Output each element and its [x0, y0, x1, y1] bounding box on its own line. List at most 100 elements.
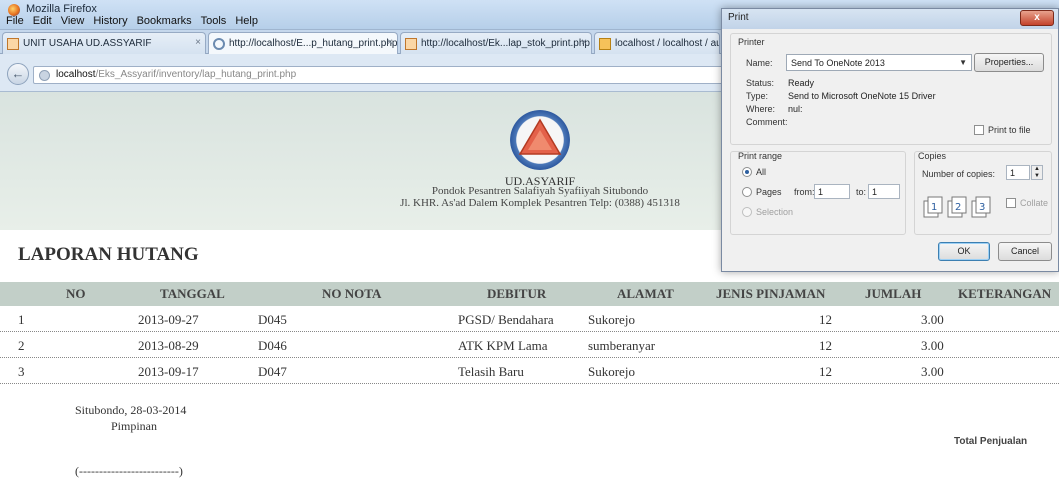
collate-pages-icon: 1 2 3 [923, 196, 991, 218]
table-row: 1 2013-09-27 D045 PGSD/ Bendahara Sukore… [0, 307, 1059, 332]
col-no: NO [66, 286, 86, 301]
col-alamat: ALAMAT [617, 286, 674, 301]
cell-no: 1 [18, 312, 25, 327]
from-page-input[interactable]: 1 [814, 184, 850, 199]
phpmyadmin-icon [599, 38, 611, 50]
svg-text:3: 3 [979, 202, 985, 213]
copies-label: Copies [918, 151, 947, 161]
col-jenis-pinjaman: JENIS PINJAMAN [716, 286, 826, 301]
col-debitur: DEBITUR [487, 286, 547, 301]
status-label: Status: [746, 78, 775, 88]
status-value: Ready [788, 78, 815, 88]
org-address-line1: Pondok Pesantren Salafiyah Syafiiyah Sit… [431, 185, 649, 197]
close-tab-icon[interactable]: × [387, 37, 393, 48]
cell-debitur: PGSD/ Bendahara [458, 312, 554, 327]
cell-tanggal: 2013-08-29 [138, 338, 199, 353]
cell-debitur: ATK KPM Lama [458, 338, 548, 353]
cell-nota: D046 [258, 338, 287, 353]
menu-tools[interactable]: Tools [201, 15, 227, 29]
tab-label: localhost / localhost / auni [615, 38, 720, 49]
printer-name-select[interactable]: Send To OneNote 2013 ▼ [786, 54, 972, 71]
print-to-file-checkbox[interactable] [974, 125, 984, 135]
cell-jumlah: 3.00 [921, 312, 944, 327]
cancel-button[interactable]: Cancel [998, 242, 1052, 261]
url-bar[interactable]: localhost/Eks_Assyarif/inventory/lap_hut… [33, 66, 723, 84]
range-all-label: All [756, 167, 767, 177]
range-pages-label: Pages [756, 187, 782, 197]
cell-debitur: Telasih Baru [458, 364, 524, 379]
signature-block: Situbondo, 28-03-2014 Pimpinan [75, 402, 186, 434]
tab-unit-usaha[interactable]: UNIT USAHA UD.ASSYARIF × [2, 32, 206, 54]
back-arrow-icon[interactable]: ← [7, 63, 29, 85]
tab-stok-print[interactable]: http://localhost/Ek...lap_stok_print.php… [400, 32, 592, 54]
print-to-file-label: Print to file [988, 125, 1031, 135]
to-page-input[interactable]: 1 [868, 184, 900, 199]
menu-view[interactable]: View [61, 15, 85, 29]
print-dialog-title: Print [722, 9, 1058, 29]
report-title: LAPORAN HUTANG [18, 244, 199, 265]
site-identity-icon[interactable] [39, 70, 50, 81]
tab-label: UNIT USAHA UD.ASSYARIF [23, 38, 152, 49]
collate-checkbox[interactable] [1006, 198, 1016, 208]
cell-nota: D045 [258, 312, 287, 327]
comment-label: Comment: [746, 117, 788, 127]
cell-tanggal: 2013-09-27 [138, 312, 199, 327]
menu-history[interactable]: History [93, 15, 127, 29]
triangle-logo-icon [518, 118, 562, 155]
cell-alamat: Sukorejo [588, 312, 635, 327]
from-label: from: [794, 187, 815, 197]
page-favicon-icon [405, 38, 417, 50]
type-label: Type: [746, 91, 769, 101]
range-selection-radio[interactable] [742, 207, 752, 217]
cell-no: 3 [18, 364, 25, 379]
signer-position: Pimpinan [111, 419, 158, 433]
org-address: Pondok Pesantren Salafiyah Syafiiyah Sit… [340, 185, 740, 209]
col-tanggal: TANGGAL [160, 286, 225, 301]
total-penjualan-label: Total Penjualan [954, 436, 1028, 447]
tab-phpmyadmin[interactable]: localhost / localhost / auni [594, 32, 720, 54]
page-favicon-icon [7, 38, 19, 50]
to-label: to: [856, 187, 867, 197]
col-no-nota: NO NOTA [322, 286, 382, 301]
menu-help[interactable]: Help [235, 15, 258, 29]
place-date: Situbondo, 28-03-2014 [75, 403, 187, 417]
cell-jenis: 12 [819, 364, 832, 379]
close-dialog-button[interactable]: x [1020, 10, 1054, 26]
collate-label: Collate [1020, 198, 1049, 208]
cell-nota: D047 [258, 364, 287, 379]
range-pages-radio[interactable] [742, 187, 752, 197]
close-tab-icon[interactable]: × [581, 37, 587, 48]
org-address-line2: Jl. KHR. As'ad Dalem Komplek Pesantren T… [400, 197, 680, 209]
menu-bar: File Edit View History Bookmarks Tools H… [6, 15, 258, 29]
range-selection-label: Selection [756, 207, 794, 217]
chevron-down-icon: ▼ [959, 58, 967, 67]
col-keterangan: KETERANGAN [958, 286, 1052, 301]
menu-bookmarks[interactable]: Bookmarks [137, 15, 192, 29]
printer-name-value: Send To OneNote 2013 [791, 58, 885, 68]
tab-hutang-print[interactable]: http://localhost/E...p_hutang_print.php … [208, 32, 398, 54]
printer-group-label: Printer [738, 37, 765, 47]
tab-label: http://localhost/Ek...lap_stok_print.php [421, 38, 590, 49]
copies-input[interactable]: 1 [1006, 165, 1030, 180]
range-all-radio[interactable] [742, 167, 752, 177]
company-logo [510, 110, 570, 170]
copies-spinner[interactable]: ▲ ▼ [1031, 165, 1043, 180]
cell-tanggal: 2013-09-17 [138, 364, 199, 379]
cell-jumlah: 3.00 [921, 338, 944, 353]
properties-button[interactable]: Properties... [974, 53, 1044, 72]
ok-button[interactable]: OK [938, 242, 990, 261]
table-row: 3 2013-09-17 D047 Telasih Baru Sukorejo … [0, 359, 1059, 384]
window-title: Mozilla Firefox [26, 3, 97, 15]
close-tab-icon[interactable]: × [195, 37, 201, 48]
number-of-copies-label: Number of copies: [922, 169, 996, 179]
print-range-label: Print range [738, 151, 783, 161]
cell-alamat: sumberanyar [588, 338, 656, 353]
url-host: localhost [56, 69, 96, 80]
cell-jenis: 12 [819, 312, 832, 327]
cell-no: 2 [18, 338, 25, 353]
menu-edit[interactable]: Edit [33, 15, 52, 29]
type-value: Send to Microsoft OneNote 15 Driver [788, 91, 936, 101]
where-label: Where: [746, 104, 776, 114]
signature-line: (-------------------------) [75, 464, 183, 478]
menu-file[interactable]: File [6, 15, 24, 29]
